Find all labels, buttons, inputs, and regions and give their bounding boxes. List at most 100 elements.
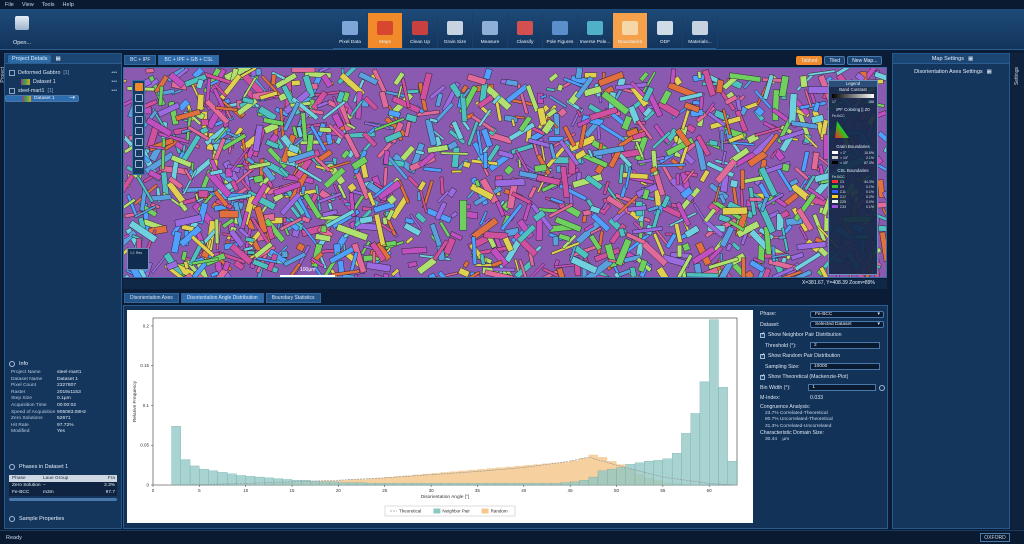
bc-max: 188 [868,99,874,104]
menu-view[interactable]: View [22,2,34,8]
bin-width-input[interactable]: 1 [808,384,877,392]
tool-odf[interactable]: ODF [648,13,683,48]
grain [196,93,205,111]
line-tool-icon[interactable] [134,116,143,124]
project-icon [9,87,15,94]
tool-materials[interactable]: Materials... [683,13,718,48]
show-theoretical-checkbox[interactable] [760,373,765,380]
tool-classify[interactable]: Classify [508,13,543,48]
neighbor-pair-bar [644,461,654,486]
tool-inverse-pole[interactable]: Inverse Pole... [578,13,613,48]
menu-tools[interactable]: Tools [42,2,55,8]
tool-boundaries[interactable]: Boundaries [613,13,648,48]
more-options-icon[interactable]: ••• [111,70,121,76]
tree-item[interactable]: Deformed Gabbro [1] ••• [5,68,121,77]
settings-strip[interactable]: Settings [1010,53,1024,529]
tab-bc-ipf-gb-csl[interactable]: BC + IPF + GB + CSL [158,55,220,65]
info-icon[interactable] [879,384,885,391]
open-button[interactable]: Open... [8,13,36,49]
zoom-out-icon[interactable] [134,149,143,157]
map-settings-panel: Map Settings ▦ Disorientation Axes Setti… [892,53,1010,529]
grain [552,236,559,246]
horizontal-scrollbar[interactable] [9,498,117,501]
menu-file[interactable]: File [5,2,14,8]
more-options-icon[interactable]: ••• [111,88,121,94]
tool-label: Pixel Data [339,40,361,45]
sampling-input[interactable]: 10000 [810,363,880,371]
pin-icon[interactable]: ▦ [987,69,992,75]
tool-maps[interactable]: Maps [368,13,403,48]
legend-label: Σ17 [840,194,847,199]
show-random-checkbox[interactable] [760,352,765,359]
y-tick-label: 0 [146,483,149,488]
tool-clean-up[interactable]: Clean Up [403,13,438,48]
tool-label: Maps [379,40,391,45]
threshold-row: Threshold (°): 2 [760,341,885,352]
show-theoretical-label: Show Theoretical (Mackenzie-Plot) [768,374,849,381]
info-section-header[interactable]: Info [5,359,121,369]
tree-item[interactable]: steel-mart1 [1] ••• [5,86,121,95]
tabbed-button[interactable]: Tabbed [796,56,823,65]
tool-label: Grain Size [443,40,467,45]
legend-swatch [832,195,838,198]
pointer-tool-icon[interactable] [134,83,143,91]
tree-item[interactable]: Dataset 1 ••• [5,95,79,102]
neighbor-pair-bar [384,483,395,486]
tool-grain-size[interactable]: Grain Size [438,13,473,48]
col-laue-group[interactable]: Laue Group [43,476,81,481]
info-row: Zero Solutions 52671 [5,416,121,423]
legend-label: > 15° [840,160,849,165]
tab-disorientation-axes[interactable]: Disorientation Axes [124,293,179,303]
fit-tool-icon[interactable] [134,160,143,168]
tool-pixel-data[interactable]: Pixel Data [333,13,368,48]
phases-section: Phases in Dataset 1 Phase Laue Group Fra… [5,462,121,501]
neighbor-pair-bar [477,483,487,486]
grain [214,218,220,244]
neighbor-pair-bar [254,476,265,486]
tab-boundary-statistics[interactable]: Boundary Statistics [265,293,321,303]
tool-measure[interactable]: Measure [473,13,508,48]
col-fraction[interactable]: Fra [81,476,117,481]
tree-item[interactable]: Dataset 1 ••• [5,77,121,86]
tab-bc-ipf[interactable]: BC + IPF [124,55,157,65]
show-neighbor-checkbox[interactable] [760,331,765,338]
zoom-in-icon[interactable] [134,138,143,146]
new-map-button[interactable]: New Map... [847,56,883,65]
pan-tool-icon[interactable] [134,94,143,102]
pole-figure-icon [552,21,568,35]
project-panel: Project Details ▦ Deformed Gabbro [1] ••• D… [4,53,122,529]
threshold-input[interactable]: 2 [810,342,880,350]
menu-help[interactable]: Help [63,2,74,8]
neighbor-pair-bar [495,483,506,486]
tab-disorientation-angle-distribution[interactable]: Disorientation Angle Distribution [180,293,264,303]
col-phase[interactable]: Phase [9,476,43,481]
circle-tool-icon[interactable] [134,105,143,113]
tool-pole-figures[interactable]: Pole Figures [543,13,578,48]
more-options-icon[interactable]: ••• [111,79,121,85]
neighbor-pair-bar [366,483,376,486]
more-options-icon[interactable]: ••• [69,96,78,101]
grain [757,276,783,277]
phases-section-header[interactable]: Phases in Dataset 1 [5,462,121,472]
map-settings-title[interactable]: Map Settings [932,56,964,62]
y-tick-label: 0.05 [140,443,149,448]
polygon-tool-icon[interactable] [134,127,143,135]
dataset-select[interactable]: Selected Dataset [810,321,884,329]
sample-properties-header[interactable]: Sample Properties [5,514,64,524]
legend-percent: 0.1% [866,184,874,189]
disorientation-axes-settings[interactable]: Disorientation Axes Settings ▦ [893,67,1009,77]
tiled-button[interactable]: Tiled [824,56,846,65]
toolbar-divider [333,48,716,49]
pin-icon[interactable]: ▦ [968,56,973,62]
mini-navigator[interactable]: 1:1 Res [127,248,149,270]
table-row[interactable]: Fe-BCC m3m 97.7 [9,489,117,496]
x-tick-label: 10 [243,488,249,493]
pin-icon[interactable]: ▦ [55,56,60,62]
x-tick-label: 45 [568,488,574,493]
ebsd-map-image[interactable] [123,67,887,278]
books-icon [517,21,533,35]
info-section: Info Project Name steel-mart1 Dataset Name… [5,359,121,436]
table-row[interactable]: Zero Solution – 2.3% [9,482,117,489]
tab-project-details[interactable]: Project Details [8,54,52,63]
phase-select[interactable]: Fe-BCC [810,310,884,318]
